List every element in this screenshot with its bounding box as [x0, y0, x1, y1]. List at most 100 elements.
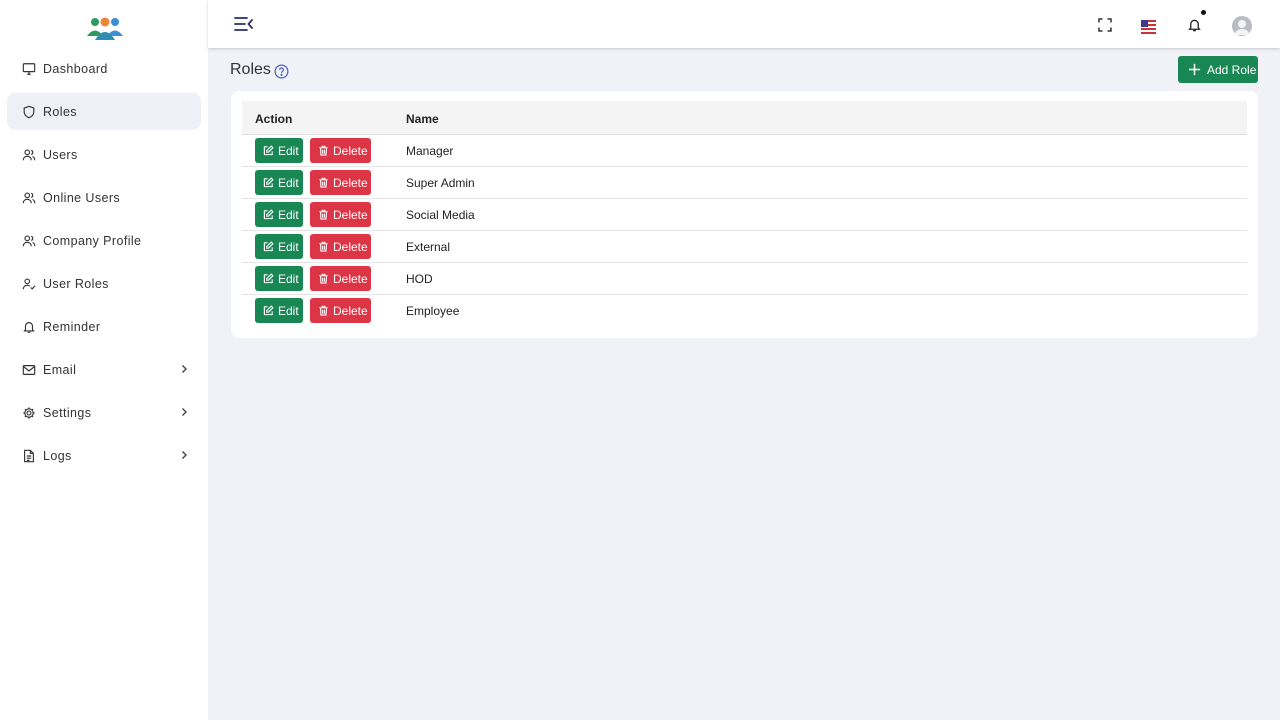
sidebar-item-label: Email: [43, 362, 77, 377]
avatar[interactable]: [1232, 16, 1252, 36]
trash-icon: [319, 209, 328, 220]
table-row: Edit Delete HOD: [242, 263, 1247, 295]
edit-icon: [263, 145, 274, 156]
edit-label: Edit: [278, 175, 299, 190]
us-flag-icon[interactable]: [1141, 20, 1156, 34]
role-name: Super Admin: [406, 176, 475, 190]
top-bar: [208, 0, 1280, 48]
delete-button[interactable]: Delete: [310, 170, 371, 195]
role-name: External: [406, 240, 451, 254]
role-name: HOD: [406, 272, 433, 286]
table-row: Edit Delete Employee: [242, 295, 1247, 327]
users-icon: [22, 191, 36, 205]
trash-icon: [319, 273, 328, 284]
table-row: Edit Delete Manager: [242, 135, 1247, 167]
delete-label: Delete: [333, 303, 368, 318]
sidebar-item-label: Roles: [43, 104, 77, 119]
users-icon: [22, 148, 36, 162]
sidebar-item-label: Settings: [43, 405, 92, 420]
plus-icon: [1188, 63, 1201, 76]
sidebar-item-user-roles[interactable]: User Roles: [7, 265, 201, 302]
role-name: Manager: [406, 144, 454, 158]
role-name: Employee: [406, 304, 460, 318]
role-name: Social Media: [406, 208, 475, 222]
edit-button[interactable]: Edit: [255, 170, 303, 195]
delete-button[interactable]: Delete: [310, 138, 371, 163]
sidebar-item-reminder[interactable]: Reminder: [7, 308, 201, 345]
sidebar-item-settings[interactable]: Settings: [7, 394, 201, 431]
document-icon: [22, 449, 36, 463]
delete-label: Delete: [333, 175, 368, 190]
fullscreen-icon[interactable]: [1096, 16, 1114, 34]
edit-button[interactable]: Edit: [255, 298, 303, 323]
sidebar-item-label: Users: [43, 147, 78, 162]
notification-bell-icon[interactable]: [1185, 16, 1203, 34]
bell-icon: [22, 320, 36, 334]
roles-table-card: Action Name Edit Delete Manager Edit Del…: [231, 91, 1258, 338]
edit-icon: [263, 209, 274, 220]
sidebar-item-roles[interactable]: Roles: [7, 93, 201, 130]
table-row: Edit Delete Social Media: [242, 199, 1247, 231]
add-role-label: Add Role: [1207, 62, 1257, 77]
delete-label: Delete: [333, 271, 368, 286]
monitor-icon: [22, 62, 36, 76]
mail-icon: [22, 363, 36, 377]
edit-button[interactable]: Edit: [255, 202, 303, 227]
trash-icon: [319, 241, 328, 252]
edit-label: Edit: [278, 271, 299, 286]
sidebar-item-label: Dashboard: [43, 61, 108, 76]
table-row: Edit Delete External: [242, 231, 1247, 263]
add-role-button[interactable]: Add Role: [1178, 56, 1258, 83]
delete-button[interactable]: Delete: [310, 234, 371, 259]
edit-label: Edit: [278, 207, 299, 222]
sidebar-item-company-profile[interactable]: Company Profile: [7, 222, 201, 259]
delete-button[interactable]: Delete: [310, 202, 371, 227]
delete-label: Delete: [333, 143, 368, 158]
sidebar-item-label: Online Users: [43, 190, 121, 205]
sidebar: Dashboard Roles Users Online Users Compa…: [0, 0, 208, 720]
user-check-icon: [22, 277, 36, 291]
trash-icon: [319, 145, 328, 156]
delete-label: Delete: [333, 207, 368, 222]
sidebar-item-label: Reminder: [43, 319, 101, 334]
edit-icon: [263, 305, 274, 316]
edit-label: Edit: [278, 239, 299, 254]
users-icon: [22, 234, 36, 248]
edit-icon: [263, 273, 274, 284]
edit-label: Edit: [278, 303, 299, 318]
chevron-right-icon: [182, 408, 187, 416]
column-header-name: Name: [406, 112, 439, 126]
delete-button[interactable]: Delete: [310, 298, 371, 323]
table-row: Edit Delete Super Admin: [242, 167, 1247, 199]
gear-icon: [22, 406, 36, 420]
delete-button[interactable]: Delete: [310, 266, 371, 291]
sidebar-item-label: Logs: [43, 448, 72, 463]
table-header: Action Name: [242, 101, 1247, 135]
edit-button[interactable]: Edit: [255, 266, 303, 291]
delete-label: Delete: [333, 239, 368, 254]
sidebar-nav: Dashboard Roles Users Online Users Compa…: [7, 50, 201, 480]
edit-label: Edit: [278, 143, 299, 158]
shield-icon: [22, 105, 36, 119]
menu-collapse-icon[interactable]: [234, 16, 254, 32]
trash-icon: [319, 305, 328, 316]
page-title: Roles: [230, 61, 271, 78]
sidebar-item-logs[interactable]: Logs: [7, 437, 201, 474]
sidebar-item-email[interactable]: Email: [7, 351, 201, 388]
trash-icon: [319, 177, 328, 188]
edit-button[interactable]: Edit: [255, 234, 303, 259]
edit-button[interactable]: Edit: [255, 138, 303, 163]
sidebar-item-users[interactable]: Users: [7, 136, 201, 173]
notification-dot: [1201, 10, 1206, 15]
edit-icon: [263, 177, 274, 188]
sidebar-item-online-users[interactable]: Online Users: [7, 179, 201, 216]
chevron-right-icon: [182, 451, 187, 459]
sidebar-item-label: Company Profile: [43, 233, 142, 248]
help-icon[interactable]: [274, 64, 289, 79]
chevron-right-icon: [182, 365, 187, 373]
sidebar-item-dashboard[interactable]: Dashboard: [7, 50, 201, 87]
edit-icon: [263, 241, 274, 252]
app-logo[interactable]: [86, 16, 124, 42]
column-header-action: Action: [255, 112, 293, 126]
sidebar-item-label: User Roles: [43, 276, 109, 291]
